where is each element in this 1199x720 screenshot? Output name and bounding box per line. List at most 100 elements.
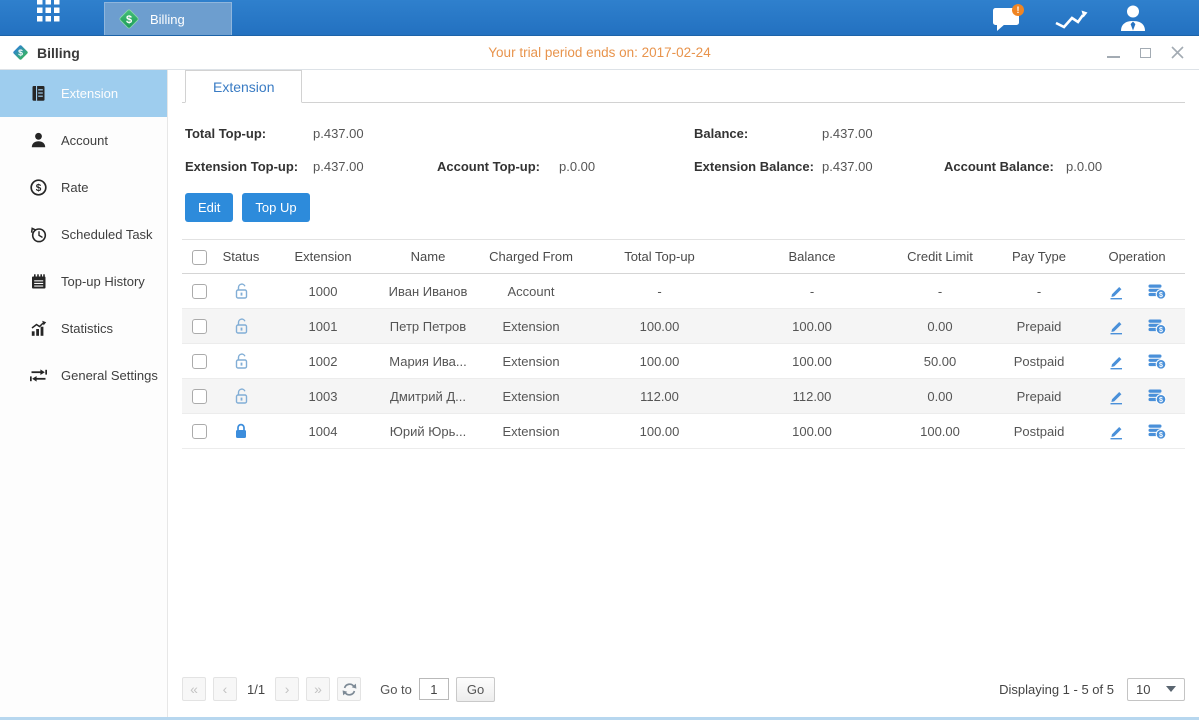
close-icon [1171,46,1184,59]
page-size-select[interactable]: 10 [1127,678,1185,701]
cell-name: Юрий Юрь... [380,414,476,449]
status-cell[interactable] [216,344,266,379]
cell-extension: 1001 [266,309,380,344]
cell-charged-from: Extension [476,309,586,344]
cell-name: Мария Ива... [380,344,476,379]
top-up-row-icon[interactable]: $ [1147,317,1167,335]
table-row: 1000 Иван Иванов Account - - - - $ [182,274,1185,309]
cell-extension: 1004 [266,414,380,449]
cell-charged-from: Extension [476,344,586,379]
page-title: Billing [37,45,80,61]
row-checkbox[interactable] [192,354,207,369]
sidebar-item-general-settings[interactable]: General Settings [0,352,167,399]
sidebar-item-extension[interactable]: Extension [0,70,167,117]
topup-history-notepad-icon [29,272,48,291]
messages-button[interactable]: ! [991,3,1025,33]
minimize-button[interactable] [1105,45,1121,61]
cell-extension: 1003 [266,379,380,414]
row-checkbox[interactable] [192,284,207,299]
window-controls [1105,45,1185,61]
cell-credit-limit: 50.00 [891,344,989,379]
first-page-button[interactable]: « [182,677,206,701]
edit-row-icon[interactable] [1107,317,1125,335]
refresh-button[interactable] [337,677,361,701]
sidebar-item-topup-history[interactable]: Top-up History [0,258,167,305]
sidebar-item-rate[interactable]: $ Rate [0,164,167,211]
page-size-value: 10 [1136,682,1150,697]
cell-pay-type: Prepaid [989,309,1089,344]
tab-extension[interactable]: Extension [185,70,302,103]
unlocked-icon [232,317,250,335]
general-settings-arrows-icon [29,366,48,385]
cell-total-topup: 100.00 [586,344,733,379]
next-page-button[interactable]: › [275,677,299,701]
sidebar-item-statistics[interactable]: Statistics [0,305,167,352]
svg-text:$: $ [18,48,23,58]
cell-balance: 100.00 [733,309,891,344]
sidebar-item-label: Top-up History [61,274,145,289]
topbar: $ Billing ! [0,0,1199,36]
status-cell[interactable] [216,274,266,309]
edit-button[interactable]: Edit [185,193,233,222]
status-cell[interactable] [216,309,266,344]
goto-page-input[interactable] [419,678,449,700]
status-cell[interactable] [216,379,266,414]
close-button[interactable] [1169,45,1185,61]
svg-text:$: $ [1159,362,1163,369]
status-cell[interactable] [216,414,266,449]
topbar-billing-tab[interactable]: $ Billing [104,2,232,35]
statistics-monitor-button[interactable] [1054,5,1088,31]
select-all-checkbox[interactable] [192,250,207,265]
maximize-icon [1140,48,1151,58]
cell-pay-type: Postpaid [989,414,1089,449]
prev-page-button[interactable]: ‹ [213,677,237,701]
sidebar-item-account[interactable]: Account [0,117,167,164]
cell-balance: - [733,274,891,309]
cell-credit-limit: - [891,274,989,309]
top-up-row-icon[interactable]: $ [1147,387,1167,405]
edit-row-icon[interactable] [1107,282,1125,300]
extension-directory-icon [29,84,48,103]
top-up-row-icon[interactable]: $ [1147,282,1167,300]
unlocked-icon [232,352,250,370]
svg-text:$: $ [1159,292,1163,299]
cell-pay-type: Postpaid [989,344,1089,379]
extension-topup-label: Extension Top-up: [185,159,313,174]
table-row: 1001 Петр Петров Extension 100.00 100.00… [182,309,1185,344]
account-balance-value: p.0.00 [1066,159,1185,174]
maximize-button[interactable] [1137,45,1153,61]
row-checkbox[interactable] [192,389,207,404]
cell-balance: 112.00 [733,379,891,414]
last-page-button[interactable]: » [306,677,330,701]
pagination-bar: « ‹ 1/1 › » Go to Go Displaying [182,669,1185,709]
row-checkbox[interactable] [192,319,207,334]
line-chart-icon [1054,5,1088,31]
sidebar: Extension Account $ Rate [0,70,168,717]
edit-row-icon[interactable] [1107,387,1125,405]
account-person-icon [29,131,48,150]
row-checkbox[interactable] [192,424,207,439]
balance-label: Balance: [694,126,822,141]
cell-total-topup: - [586,274,733,309]
svg-text:$: $ [36,183,42,194]
edit-row-icon[interactable] [1107,422,1125,440]
displaying-text: Displaying 1 - 5 of 5 [999,682,1114,697]
svg-text:$: $ [1159,432,1163,439]
content-area: Extension Account $ Rate [0,70,1199,717]
cell-charged-from: Account [476,274,586,309]
table-row: 1002 Мария Ива... Extension 100.00 100.0… [182,344,1185,379]
cell-balance: 100.00 [733,414,891,449]
top-up-row-icon[interactable]: $ [1147,422,1167,440]
edit-row-icon[interactable] [1107,352,1125,370]
col-name: Name [380,240,476,274]
header-checkbox-cell [182,240,216,274]
app-grid-icon[interactable] [37,0,60,27]
user-account-button[interactable] [1117,4,1149,32]
top-up-button[interactable]: Top Up [242,193,309,222]
go-button[interactable]: Go [456,677,495,702]
sidebar-item-scheduled-task[interactable]: Scheduled Task [0,211,167,258]
cell-pay-type: - [989,274,1089,309]
cell-total-topup: 112.00 [586,379,733,414]
cell-name: Иван Иванов [380,274,476,309]
top-up-row-icon[interactable]: $ [1147,352,1167,370]
